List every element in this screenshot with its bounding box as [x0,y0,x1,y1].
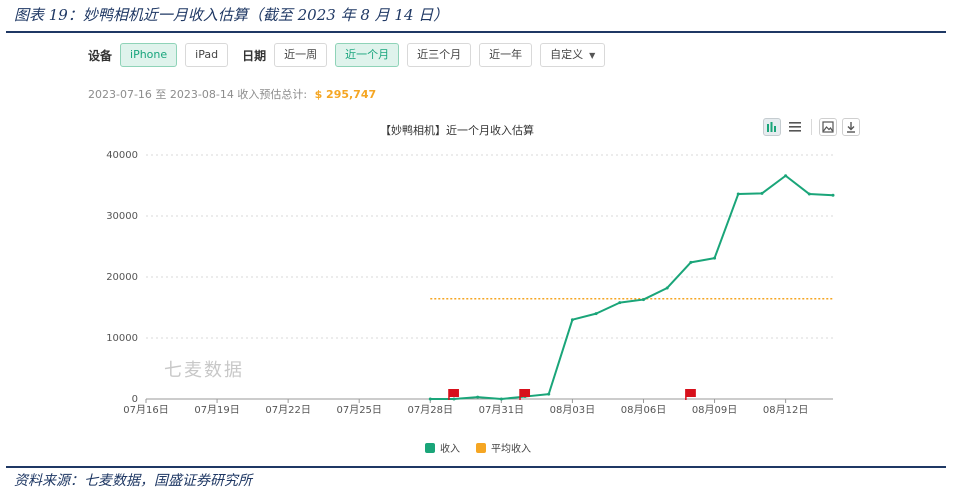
revenue-point [570,318,574,322]
revenue-point [713,256,717,260]
event-flag-icon [519,389,531,400]
x-tick-label: 08月09日 [692,404,737,416]
x-tick-label: 08月12日 [763,404,808,416]
legend-label-average: 平均收入 [491,444,531,455]
revenue-point [594,312,598,316]
revenue-line-chart: 0 10000 20000 30000 40000 07月16日 07月19日 07月22日 0… [106,150,835,416]
event-flag-icon [685,389,696,400]
source-note: 资料来源：七麦数据，国盛证券研究所 [14,473,252,489]
legend-swatch-average [476,442,486,453]
revenue-point [736,192,740,196]
watermark: 七麦数据 [164,360,244,381]
y-tick-label: 10000 [106,333,138,344]
revenue-point [547,392,551,396]
revenue-point [452,397,456,401]
revenue-point [831,193,835,197]
y-tick-label: 30000 [106,211,138,222]
legend-item-average[interactable]: 平均收入 [476,440,531,455]
x-tick-label: 08月06日 [621,404,666,416]
revenue-point [760,191,764,195]
x-tick-label: 07月22日 [265,404,310,416]
y-tick-label: 40000 [106,150,138,161]
revenue-point [807,192,811,196]
revenue-point [499,397,503,401]
revenue-point [665,286,669,290]
chart-legend: 收入 平均收入 [425,440,547,455]
x-tick-label: 07月16日 [123,404,168,416]
revenue-point [689,260,693,264]
x-tick-label: 07月25日 [336,404,381,416]
y-tick-label: 20000 [106,272,138,283]
x-tick-label: 08月03日 [550,404,595,416]
event-flag-body [448,389,459,397]
x-tick-label: 07月28日 [408,404,453,416]
revenue-line [430,174,834,400]
legend-item-revenue[interactable]: 收入 [425,440,460,455]
legend-label-revenue: 收入 [440,444,460,455]
revenue-point [641,298,645,302]
y-tick-label: 0 [132,394,138,405]
legend-swatch-revenue [425,442,435,453]
revenue-point [618,301,622,305]
bottom-rule [6,466,946,468]
event-flag-body [685,389,696,397]
event-flag-body [520,389,531,397]
revenue-point [428,397,432,401]
x-tick-label: 07月31日 [479,404,524,416]
x-tick-label: 07月19日 [194,404,239,416]
revenue-point [476,395,480,399]
revenue-point [784,174,788,178]
